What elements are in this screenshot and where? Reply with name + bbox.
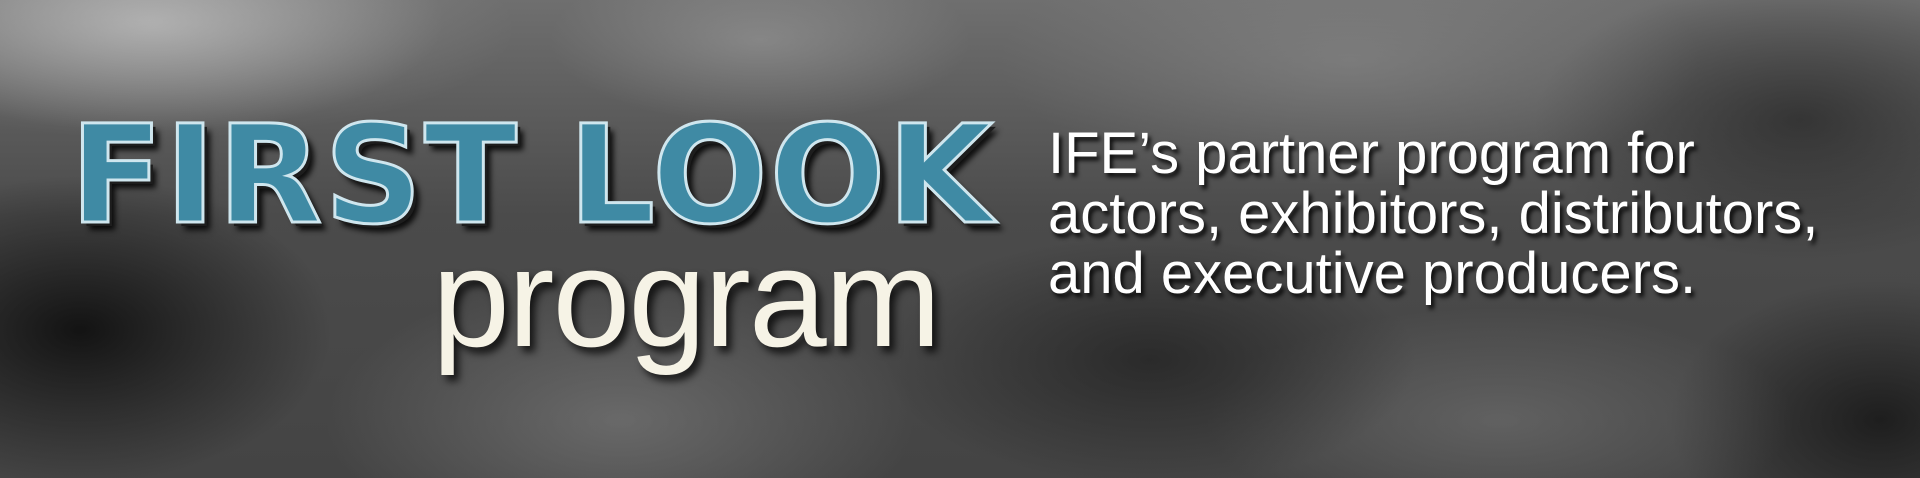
headline-subtitle: program — [432, 219, 941, 376]
tagline: IFE’s partner program for actors, exhibi… — [1048, 124, 1898, 304]
tagline-line: actors, exhibitors, distributors, — [1048, 181, 1819, 246]
tagline-line: IFE’s partner program for — [1048, 121, 1695, 186]
tagline-line: and executive producers. — [1048, 241, 1697, 306]
banner: FIRST LOOK program IFE’s partner program… — [0, 0, 1920, 478]
